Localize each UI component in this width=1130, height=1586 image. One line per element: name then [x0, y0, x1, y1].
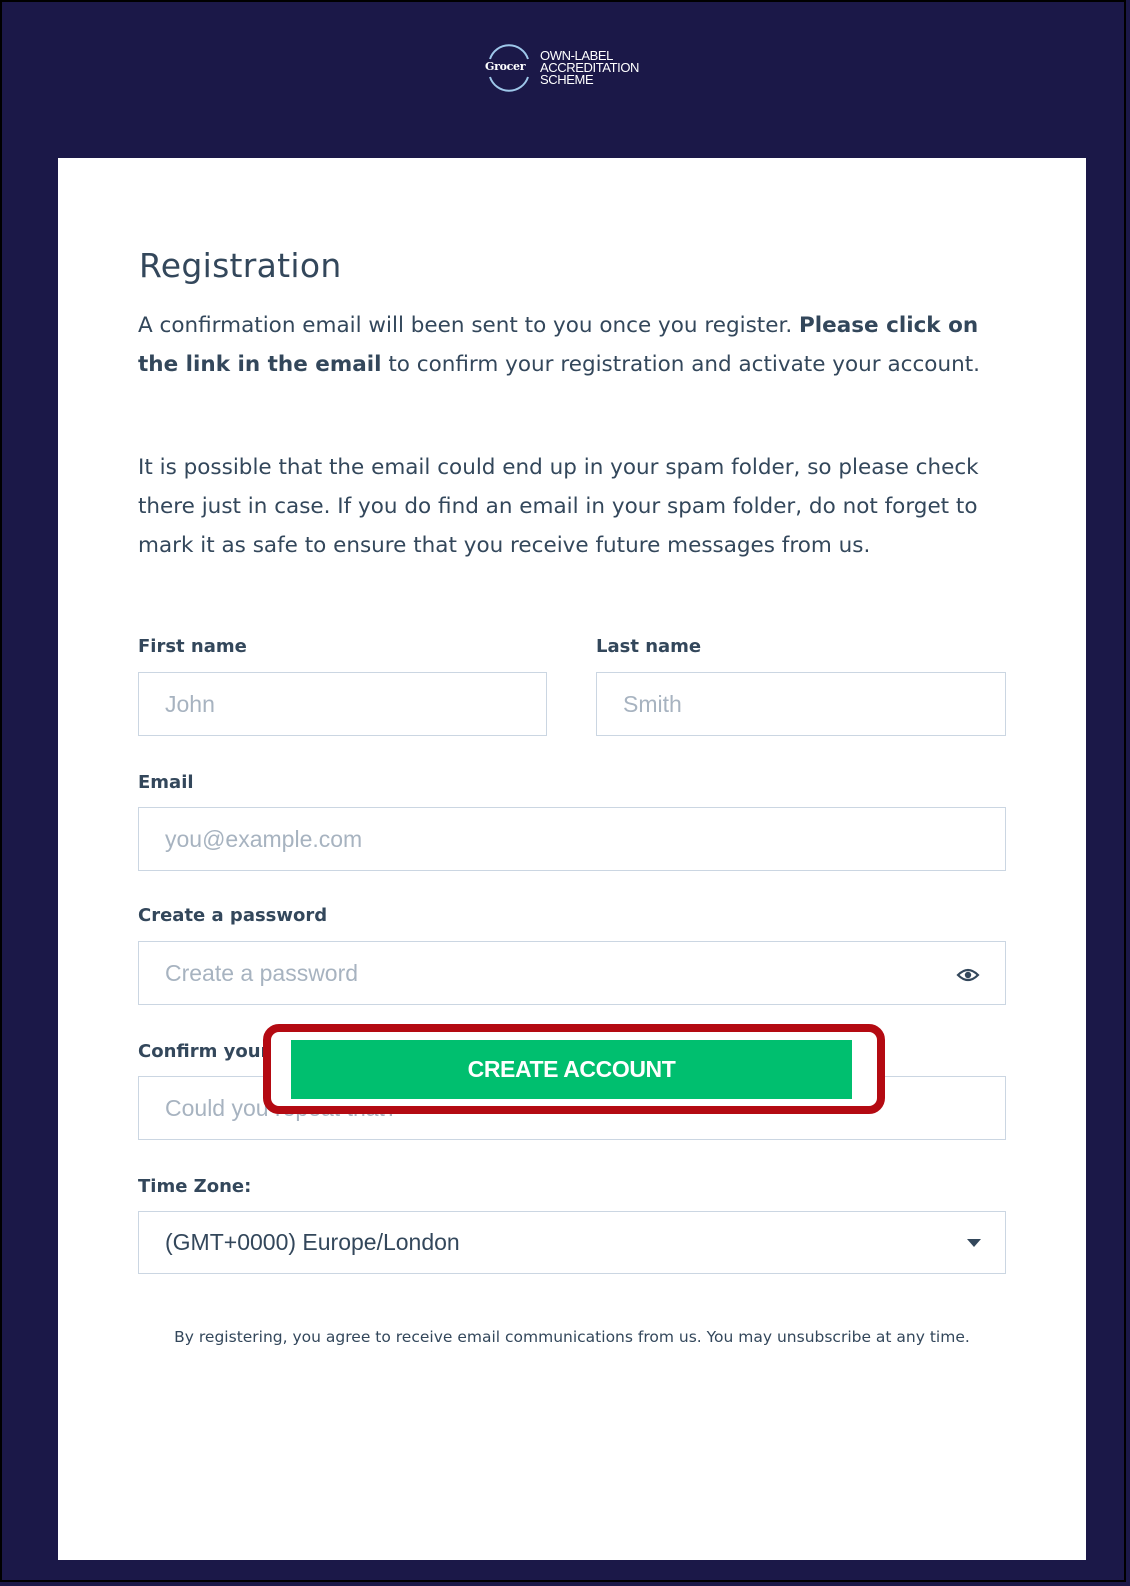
time-zone-value: (GMT+0000) Europe/London [165, 1229, 460, 1255]
time-zone-select[interactable]: (GMT+0000) Europe/London [138, 1211, 1006, 1274]
email-field[interactable] [138, 807, 1006, 871]
spam-note: It is possible that the email could end … [138, 455, 979, 558]
intro-text-part-1: A confirmation email will been sent to y… [138, 313, 799, 338]
first-name-input[interactable] [138, 672, 547, 736]
intro-text: A confirmation email will been sent to y… [138, 306, 1018, 384]
grocer-logo-mark: Grocer [484, 43, 534, 93]
email-label: Email [138, 772, 194, 793]
eye-icon[interactable] [956, 963, 980, 987]
password-input[interactable] [138, 941, 1006, 1005]
legal-notice: By registering, you agree to receive ema… [174, 1328, 970, 1346]
logo-wordmark: OWN-LABEL ACCREDITATION SCHEME [540, 49, 639, 87]
create-account-button[interactable]: CREATE ACCOUNT [291, 1040, 852, 1099]
password-label: Create a password [138, 905, 328, 926]
registration-card: Registration A confirmation email will b… [58, 158, 1086, 1560]
logo-line-3: SCHEME [540, 72, 594, 87]
time-zone-label: Time Zone: [138, 1176, 252, 1197]
last-name-input[interactable] [596, 672, 1006, 736]
intro-text-part-2: to confirm your registration and activat… [381, 352, 980, 377]
logo-brand-text: Grocer [485, 60, 526, 73]
page-title: Registration [139, 246, 342, 285]
last-name-label: Last name [596, 636, 702, 657]
first-name-label: First name [138, 636, 247, 657]
scheme-logo: Grocer OWN-LABEL ACCREDITATION SCHEME [484, 42, 639, 94]
caret-down-icon [967, 1239, 981, 1247]
